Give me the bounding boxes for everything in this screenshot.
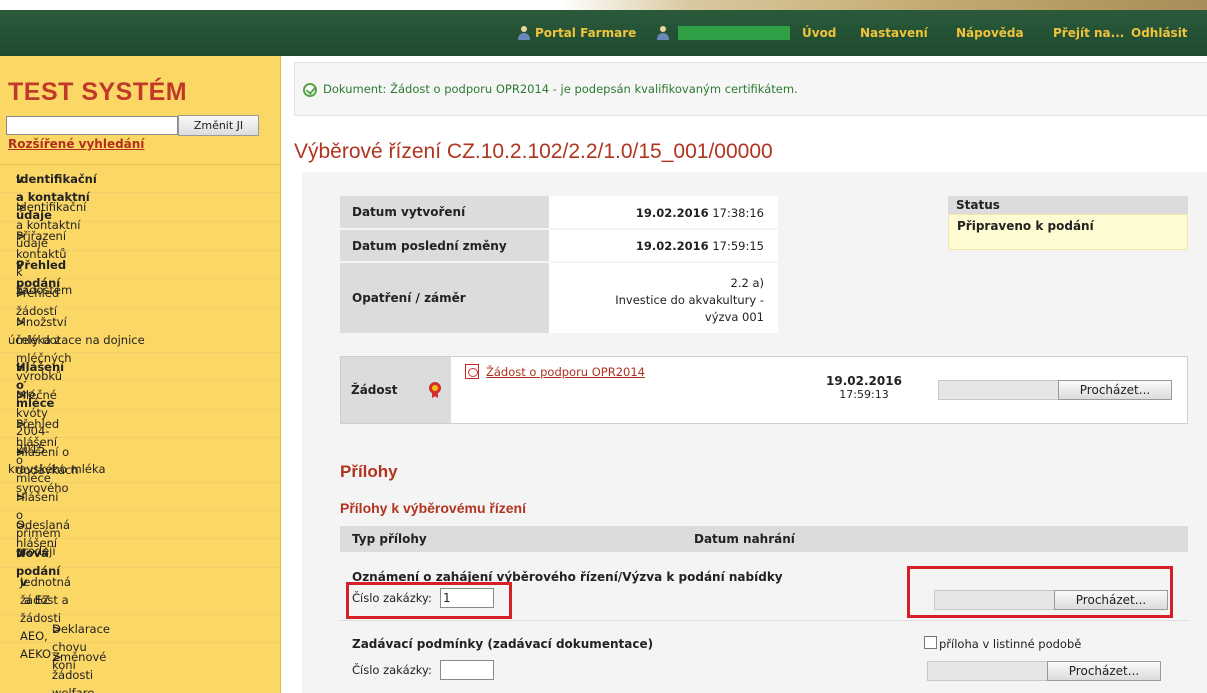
success-message: Dokument: Žádost o podporu OPR2014 - je … — [323, 82, 798, 96]
sidebar: TEST SYSTÉM Změnit JI Rozšířené vyhledán… — [0, 56, 281, 693]
sidebar-item-zmenove-zadosti-welfare[interactable]: > Změnové žádosti welfare — [0, 643, 280, 693]
sidebar-menu: v Identifikační a kontaktní údaje > Identi… — [0, 164, 280, 693]
paper-form-label: příloha v listinné podobě — [939, 637, 1082, 651]
sidebar-item-hlaseni-dodavky[interactable]: > Hlášení o dodávkách syrového kravského … — [0, 438, 280, 495]
sidebar-item-identifikacni-udaje[interactable]: > Identifikační a kontaktní údaje — [0, 193, 280, 250]
pdf-icon — [465, 364, 479, 379]
browse-button[interactable]: Procházet... — [1047, 661, 1161, 681]
nav-napoveda[interactable]: Nápověda — [956, 26, 1024, 40]
application-label-cell: Žádost — [341, 357, 451, 423]
created-value: 19.02.2016 17:38:16 — [549, 196, 778, 230]
portal-link[interactable]: Portal Farmare — [517, 10, 636, 56]
browse-button[interactable]: Procházet... — [1058, 380, 1172, 400]
user-name-redacted — [678, 26, 790, 40]
changed-value: 19.02.2016 17:59:15 — [549, 230, 778, 263]
sidebar-item-hlaseni-primy-prodej[interactable]: > Hlášení o přímém prodeji — [0, 483, 280, 558]
col-type-header: Typ přílohy — [352, 532, 427, 546]
highlight-frame-browse — [907, 566, 1173, 618]
contract-number-label: Číslo zakázky: — [352, 663, 432, 677]
main-content: Dokument: Žádost o podporu OPR2014 - je … — [282, 56, 1207, 693]
sidebar-item-prehled-hlaseni[interactable]: > Přehled hlášení o mléce — [0, 410, 280, 485]
sidebar-section-prehled-podani[interactable]: v Přehled podání — [0, 251, 280, 290]
sidebar-item-deklarace-chovu-koni[interactable]: > Deklarace chovu koní — [0, 615, 280, 672]
nav-odhlasit[interactable]: Odhlásit — [1131, 26, 1188, 40]
contract-number-input[interactable] — [440, 660, 494, 680]
application-label: Žádost — [351, 383, 398, 397]
nav-uvod[interactable]: Úvod — [802, 26, 836, 40]
success-message-bar: Dokument: Žádost o podporu OPR2014 - je … — [294, 62, 1207, 116]
paper-form-checkbox[interactable] — [924, 636, 937, 649]
sidebar-item-jednotna-zadost[interactable]: v Jednotná žádost a žádosti AEO, AEKO a E… — [0, 568, 280, 661]
application-row: Žádost Žádost o podporu OPR2014 19.02.20… — [340, 356, 1188, 424]
file-path-display — [927, 661, 1047, 681]
attachments-table-header: Typ přílohy Datum nahrání — [340, 526, 1188, 552]
application-date: 19.02.2016 — [826, 374, 902, 388]
top-decor-strip — [0, 0, 1207, 10]
sidebar-section-identifikace[interactable]: v Identifikační a kontaktní údaje — [0, 165, 280, 222]
header-banner-image — [560, 0, 1207, 10]
portal-label: Portal Farmare — [535, 26, 637, 40]
sidebar-item-prirazeni-kontaktu[interactable]: > Přiřazení kontaktů k žádostem — [0, 222, 280, 297]
page-title: Výběrové řízení CZ.10.2.102/2.2/1.0/15_0… — [294, 140, 773, 163]
change-ji-button[interactable]: Změnit JI — [178, 115, 259, 136]
measure-value: 2.2 a) Investice do akvakultury - výzva … — [549, 263, 778, 335]
nav-prejit-na[interactable]: Přejít na... — [1053, 26, 1124, 40]
created-label: Datum vytvoření — [340, 196, 549, 230]
col-date-header: Datum nahrání — [694, 532, 795, 546]
certificate-icon — [429, 382, 441, 398]
detail-panel: Datum vytvoření 19.02.2016 17:38:16 Datu… — [302, 172, 1207, 693]
user-icon — [656, 26, 670, 40]
advanced-search-link[interactable]: Rozšířené vyhledání — [8, 137, 144, 151]
farmer-icon — [517, 26, 531, 40]
sidebar-item-odeslana-hlaseni[interactable]: > Odeslaná hlášení — [0, 511, 280, 550]
measure-label: Opatření / záměr — [340, 263, 549, 335]
search-input[interactable] — [6, 116, 178, 135]
status-header: Status — [948, 196, 1188, 214]
attachments-title: Přílohy — [340, 462, 398, 481]
file-path-display — [938, 380, 1058, 400]
sidebar-section-hlaseni-o-mlece[interactable]: v Hlášení o mléce — [0, 353, 280, 410]
system-title: TEST SYSTÉM — [8, 78, 188, 106]
application-time: 17:59:13 — [839, 388, 889, 401]
attachment-file-field: Procházet... — [927, 661, 1161, 681]
sidebar-section-nova-podani[interactable]: v Nová podání — [0, 539, 280, 578]
attachment-row: Zadávací podmínky (zadávací dokumentace)… — [340, 620, 1188, 693]
top-navigation-bar: Portal Farmare Úvod Nastavení Nápověda P… — [0, 10, 1207, 56]
changed-label: Datum poslední změny — [340, 230, 549, 263]
nav-nastaveni[interactable]: Nastavení — [860, 26, 928, 40]
sidebar-item-prehled-zadosti[interactable]: > Přehled žádostí — [0, 279, 280, 318]
application-pdf-link[interactable]: Žádost o podporu OPR2014 — [486, 365, 645, 379]
application-file-field: Procházet... — [938, 380, 1172, 400]
attachments-subtitle: Přílohy k výběrovému řízení — [340, 500, 526, 516]
check-circle-icon — [303, 83, 317, 97]
sidebar-item-mlecne-kvoty[interactable]: > Mléčné kvóty 2004-2015 — [0, 381, 280, 456]
status-box: Status Připraveno k podání — [948, 196, 1188, 252]
highlight-frame-contract-number — [346, 582, 512, 619]
user-account[interactable] — [656, 10, 790, 56]
attachment-title: Zadávací podmínky (zadávací dokumentace) — [352, 637, 654, 651]
sidebar-item-mnozstvi-mleka[interactable]: > Množství mléka z mléčných výrobků pro ú… — [0, 308, 280, 401]
status-value: Připraveno k podání — [948, 214, 1188, 250]
